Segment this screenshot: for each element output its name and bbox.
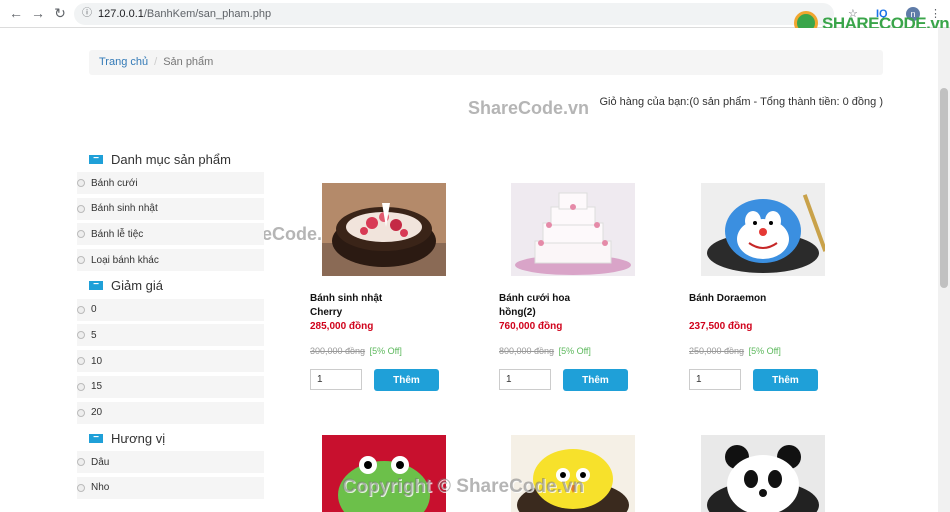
breadcrumb-separator: / <box>154 56 158 68</box>
filter-option-dau[interactable]: Dâu <box>77 451 264 474</box>
collapse-minus-icon[interactable]: − <box>89 432 103 443</box>
product-price: 285,000 đồng <box>310 321 374 332</box>
radio-icon[interactable] <box>77 458 85 467</box>
flavor-title: Hương vị <box>111 430 166 446</box>
product-price: 237,500 đồng <box>689 321 753 332</box>
option-label: 5 <box>91 329 97 341</box>
radio-icon[interactable] <box>77 256 85 265</box>
back-arrow-icon[interactable]: ← <box>8 5 24 21</box>
option-label: 20 <box>91 407 103 418</box>
radio-icon[interactable] <box>77 382 85 391</box>
radio-icon[interactable] <box>77 357 85 366</box>
product-price: 760,000 đồng <box>499 321 563 332</box>
watermark-top: ShareCode.vn <box>468 98 590 118</box>
product-name[interactable]: Bánh cưới hoa hồng(2) <box>499 292 589 320</box>
option-label: 15 <box>91 381 103 393</box>
add-to-cart-button[interactable]: Thêm <box>374 369 439 391</box>
option-label: Nho <box>91 482 110 494</box>
filter-option-banh-sinh-nhat[interactable]: Bánh sinh nhật <box>77 197 264 220</box>
url-host: 127.0.0.1 <box>98 8 144 20</box>
discount-tag: [5% Off] <box>748 346 781 356</box>
option-label: 10 <box>91 355 103 367</box>
collapse-minus-icon[interactable]: − <box>89 153 103 164</box>
radio-icon[interactable] <box>77 331 85 340</box>
discount-title: Giảm giá <box>111 278 164 294</box>
product-actions: Thêm <box>689 369 849 391</box>
discount-tag: [5% Off] <box>369 346 402 356</box>
product-name[interactable]: Bánh Doraemon <box>689 292 779 320</box>
breadcrumb-current: Sản phẩm <box>163 56 214 68</box>
product-image-cherry-cake[interactable] <box>322 183 446 276</box>
filter-option-discount-20[interactable]: 20 <box>77 401 264 424</box>
option-label: Bánh sinh nhật <box>91 203 158 215</box>
quantity-input[interactable] <box>499 369 551 390</box>
filter-option-discount-5[interactable]: 5 <box>77 324 264 347</box>
option-label: 0 <box>91 304 97 316</box>
radio-icon[interactable] <box>77 305 85 314</box>
radio-icon[interactable] <box>77 483 85 492</box>
old-price-value: 250,000 đồng <box>689 346 745 356</box>
old-price-value: 300,000 đồng <box>310 346 366 356</box>
page-viewport: Trang chủ / Sản phẩm Giỏ hàng của bạn:(0 s… <box>0 28 938 512</box>
filter-option-discount-0[interactable]: 0 <box>77 298 264 321</box>
product-image-wedding-cake[interactable] <box>511 183 635 276</box>
radio-icon[interactable] <box>77 179 85 187</box>
filter-option-nho[interactable]: Nho <box>77 476 264 499</box>
filter-option-discount-10[interactable]: 10 <box>77 350 264 373</box>
product-old-price: 800,000 đồng [5% Off] <box>499 346 659 356</box>
product-image-angry-bird-cake[interactable] <box>511 435 635 512</box>
collapse-minus-icon[interactable]: − <box>89 280 103 291</box>
page-scrollbar[interactable] <box>938 28 950 512</box>
forward-arrow-icon[interactable]: → <box>30 5 46 21</box>
product-card: Bánh Doraemon 237,500 đồng 250,000 đồng … <box>689 183 849 391</box>
filter-option-discount-15[interactable]: 15 <box>77 375 264 398</box>
radio-icon[interactable] <box>77 204 85 213</box>
option-label: Bánh cưới <box>91 177 138 189</box>
sidebar-filters: − Danh mục sản phẩm Bánh cưới Bánh sinh … <box>77 148 264 503</box>
filter-option-banh-cuoi[interactable]: Bánh cưới <box>77 172 264 194</box>
product-actions: Thêm <box>499 369 659 391</box>
add-to-cart-button[interactable]: Thêm <box>753 369 818 391</box>
product-old-price: 250,000 đồng [5% Off] <box>689 346 849 356</box>
flavor-header[interactable]: − Hương vị <box>89 427 264 449</box>
quantity-input[interactable] <box>689 369 741 390</box>
option-label: Dâu <box>91 456 110 468</box>
product-card: Bánh sinh nhật Cherry 285,000 đồng 300,0… <box>310 183 470 391</box>
discount-tag: [5% Off] <box>558 346 591 356</box>
product-image-panda-cake[interactable] <box>701 435 825 512</box>
category-title: Danh mục sản phẩm <box>111 151 231 167</box>
category-header[interactable]: − Danh mục sản phẩm <box>89 148 264 170</box>
old-price-value: 800,000 đồng <box>499 346 555 356</box>
url-path: /BanhKem/san_pham.php <box>143 8 272 20</box>
add-to-cart-button[interactable]: Thêm <box>563 369 628 391</box>
quantity-input[interactable] <box>310 369 362 390</box>
radio-icon[interactable] <box>77 230 85 239</box>
product-actions: Thêm <box>310 369 470 391</box>
scrollbar-thumb[interactable] <box>940 88 948 288</box>
filter-option-banh-le-tiec[interactable]: Bánh lễ tiệc <box>77 223 264 246</box>
option-label: Bánh lễ tiệc <box>91 228 144 240</box>
filter-option-loai-banh-khac[interactable]: Loại bánh khác <box>77 249 264 272</box>
product-name[interactable]: Bánh sinh nhật Cherry <box>310 292 400 320</box>
radio-icon[interactable] <box>77 408 85 417</box>
product-image-doraemon-cake[interactable] <box>701 183 825 276</box>
address-bar[interactable]: ⓘ 127.0.0.1/BanhKem/san_pham.php <box>74 3 834 25</box>
option-label: Loại bánh khác <box>91 254 159 266</box>
product-old-price: 300,000 đồng [5% Off] <box>310 346 470 356</box>
discount-header[interactable]: − Giảm giá <box>89 275 264 297</box>
reload-icon[interactable]: ↻ <box>52 5 68 21</box>
product-image-frog-cake[interactable] <box>322 435 446 512</box>
info-icon[interactable]: ⓘ <box>82 3 92 25</box>
breadcrumb-home-link[interactable]: Trang chủ <box>99 56 148 68</box>
product-card: Bánh cưới hoa hồng(2) 760,000 đồng 800,0… <box>499 183 659 391</box>
breadcrumb: Trang chủ / Sản phẩm <box>89 50 883 75</box>
cart-summary: Giỏ hàng của bạn:(0 sản phẩm - Tổng thàn… <box>599 96 883 108</box>
